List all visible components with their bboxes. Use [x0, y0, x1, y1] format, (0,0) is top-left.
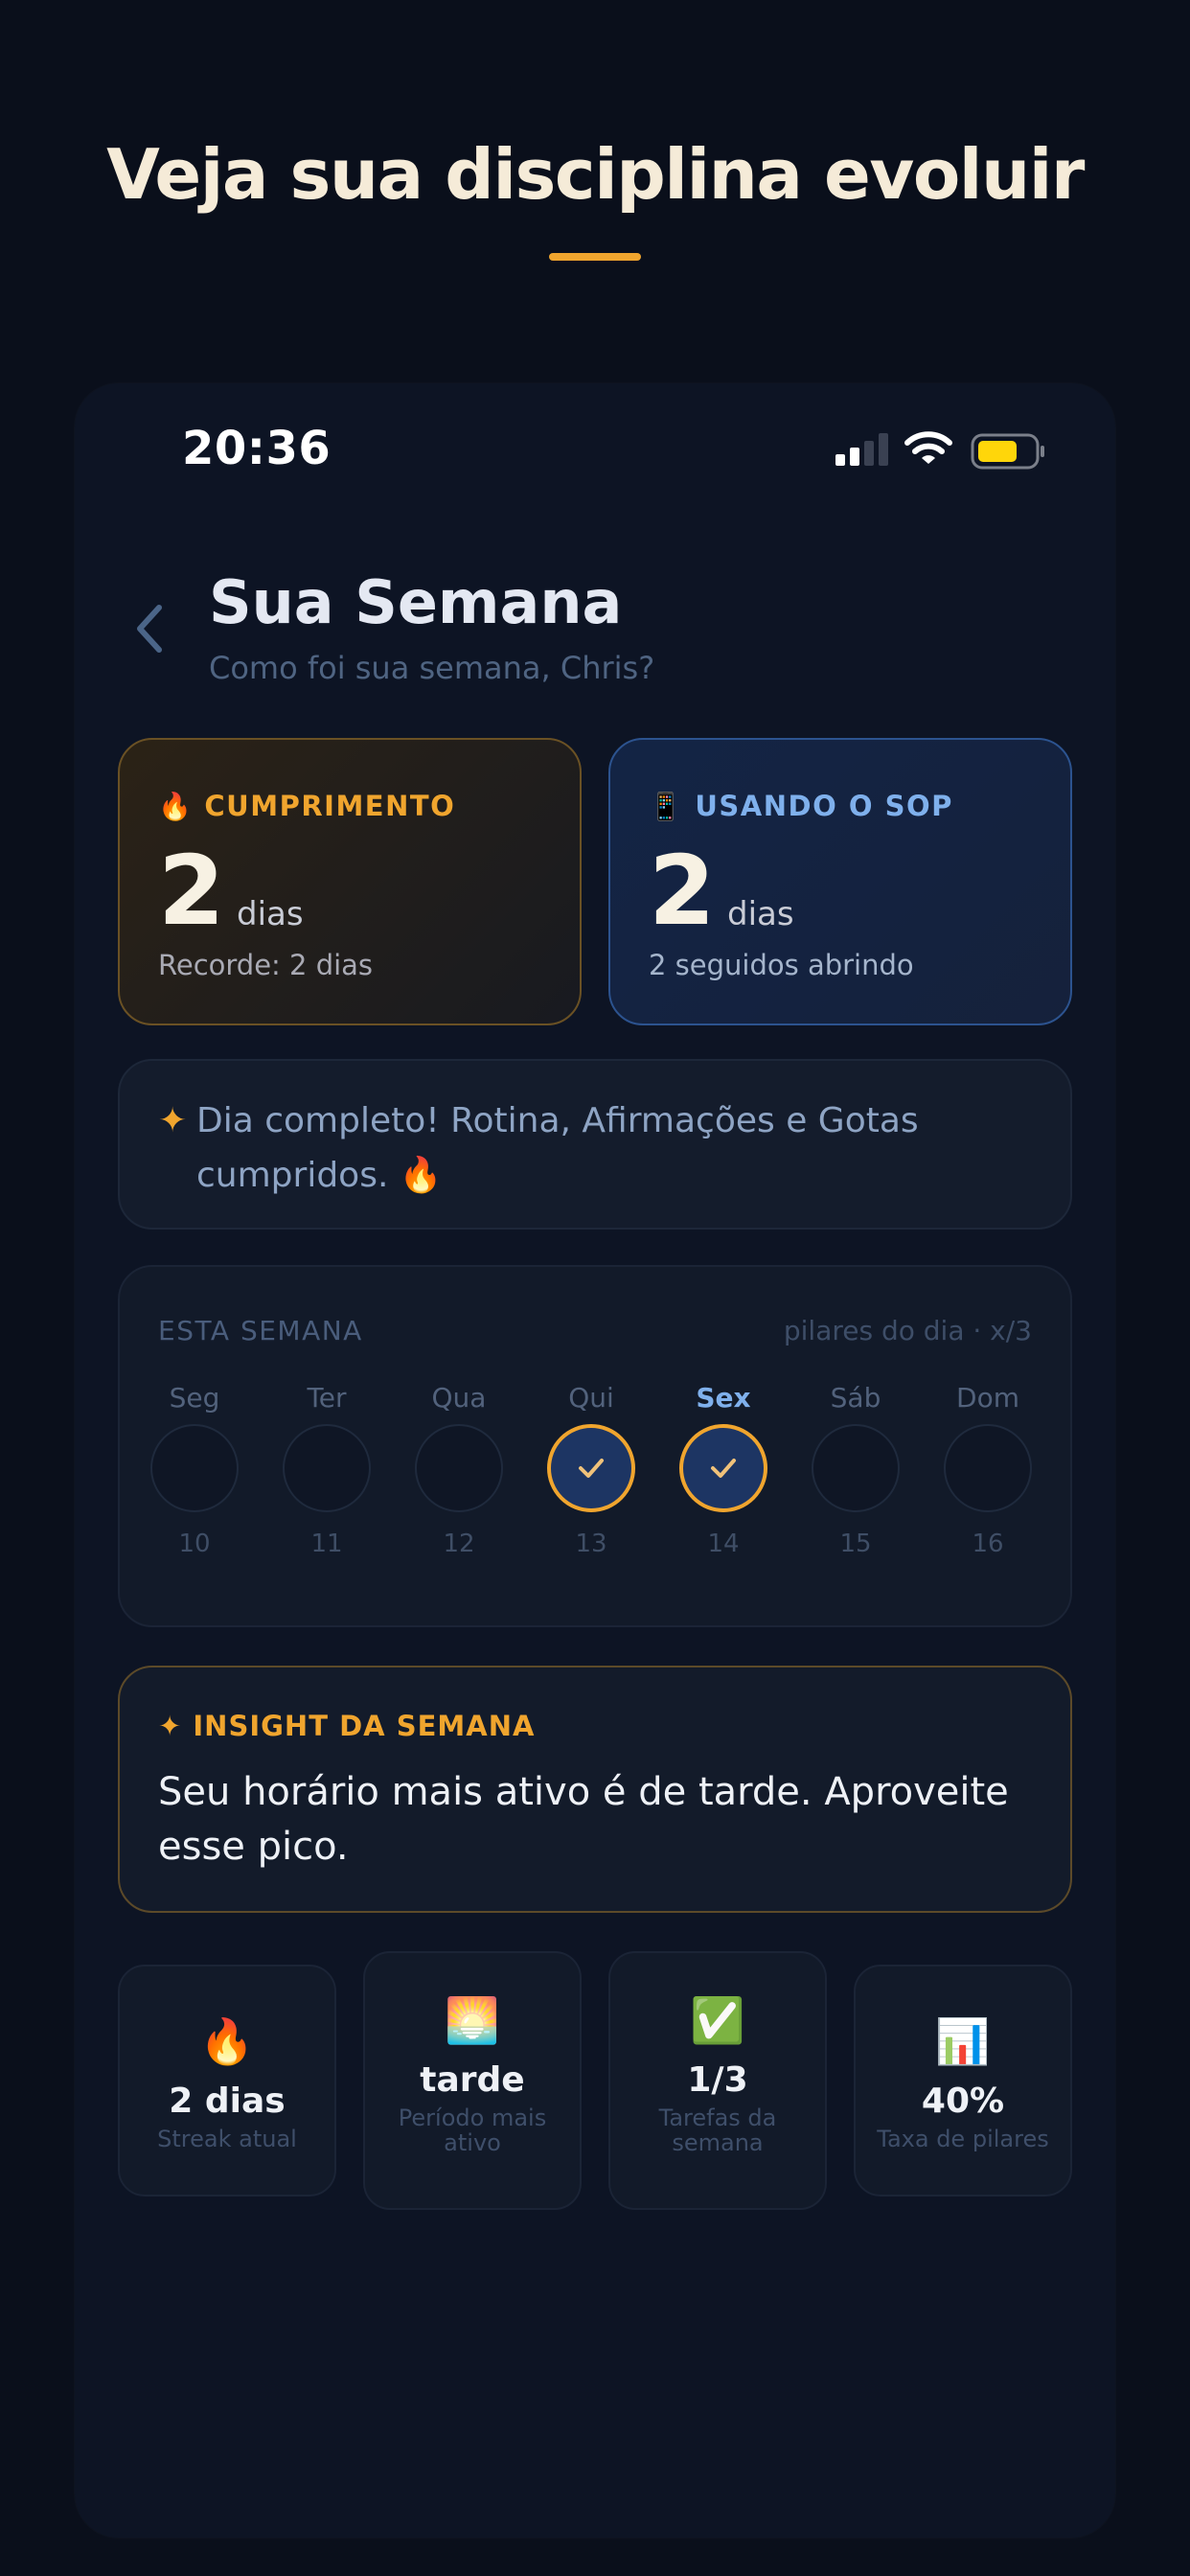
day-circle-done	[547, 1424, 635, 1512]
week-title: ESTA SEMANA	[158, 1315, 363, 1346]
day-name: Qui	[568, 1382, 614, 1414]
fire-icon: 🔥	[199, 2015, 255, 2067]
day-item[interactable]: Dom 16	[940, 1382, 1036, 1558]
day-number: 10	[178, 1530, 211, 1558]
day-complete-text: Dia completo! Rotina, Afirmações e Gotas…	[196, 1101, 919, 1195]
day-item[interactable]: Ter 11	[279, 1382, 375, 1558]
day-circle-empty	[150, 1424, 239, 1512]
day-item[interactable]: Sex 14	[675, 1382, 771, 1558]
checkmark-icon	[711, 1459, 736, 1478]
sunrise-icon: 🌅	[445, 1994, 500, 2046]
stat-value: tarde	[420, 2060, 525, 2100]
sop-value: 2	[649, 835, 716, 947]
week-hint: pilares do dia · x/3	[783, 1315, 1032, 1346]
day-circle-empty	[944, 1424, 1032, 1512]
weekly-tasks-stat-card: ✅ 1/3 Tarefas da semana	[608, 1951, 827, 2210]
day-circle-empty	[415, 1424, 503, 1512]
day-name: Seg	[169, 1382, 220, 1414]
stat-label: Tarefas da semana	[658, 2104, 777, 2156]
check-box-icon: ✅	[690, 1994, 745, 2046]
sparkle-icon: ✦	[158, 1101, 188, 1140]
wifi-icon	[904, 431, 952, 464]
day-name: Qua	[431, 1382, 487, 1414]
sop-usage-card: 📱 USANDO O SOP 2 dias 2 seguidos abrindo	[608, 738, 1072, 1025]
insight-label: ✦ INSIGHT DA SEMANA	[158, 1710, 536, 1742]
day-circle-done	[679, 1424, 767, 1512]
streak-unit: dias	[237, 895, 304, 933]
phone-frame: 20:36 Sua Semana Como foi sua semana, Ch…	[75, 383, 1115, 2538]
day-number: 15	[839, 1530, 872, 1558]
pillar-rate-stat-card: 📊 40% Taxa de pilares	[854, 1965, 1072, 2196]
hero-underline	[549, 253, 641, 261]
day-item[interactable]: Sáb 15	[808, 1382, 904, 1558]
day-name: Ter	[307, 1382, 347, 1414]
streak-card-label: 🔥 CUMPRIMENTO	[158, 790, 455, 822]
day-item[interactable]: Qui 13	[543, 1382, 639, 1558]
bar-chart-icon: 📊	[935, 2015, 991, 2067]
status-time: 20:36	[182, 422, 332, 475]
active-period-stat-card: 🌅 tarde Período mais ativo	[363, 1951, 582, 2210]
day-name: Sáb	[830, 1382, 881, 1414]
stat-label: Taxa de pilares	[877, 2126, 1049, 2152]
day-circle-empty	[283, 1424, 371, 1512]
stat-value: 40%	[921, 2082, 1005, 2121]
streak-stat-card: 🔥 2 dias Streak atual	[118, 1965, 336, 2196]
sop-unit: dias	[727, 895, 794, 933]
week-tracker-card: ESTA SEMANA pilares do dia · x/3 Seg 10 Te…	[118, 1265, 1072, 1627]
sop-card-label: 📱 USANDO O SOP	[649, 790, 953, 822]
day-name: Dom	[956, 1382, 1019, 1414]
battery-icon	[971, 433, 1044, 470]
phone-icon: 📱	[649, 791, 684, 822]
stat-value: 1/3	[687, 2060, 748, 2100]
day-number: 11	[310, 1530, 343, 1558]
back-chevron-icon[interactable]	[123, 594, 180, 661]
stat-value: 2 dias	[169, 2082, 286, 2121]
stat-label: Streak atual	[157, 2126, 297, 2152]
streak-value: 2	[158, 835, 225, 947]
day-number: 14	[707, 1530, 740, 1558]
cellular-signal-icon	[835, 433, 888, 466]
day-circle-empty	[812, 1424, 900, 1512]
sop-label-text: USANDO O SOP	[695, 790, 953, 822]
streak-label-text: CUMPRIMENTO	[204, 790, 456, 822]
day-number: 12	[443, 1530, 475, 1558]
stat-label: Período mais ativo	[398, 2104, 547, 2156]
page-subtitle: Como foi sua semana, Chris?	[209, 650, 655, 686]
day-number: 13	[575, 1530, 607, 1558]
insight-text: Seu horário mais ativo é de tarde. Aprov…	[158, 1770, 1009, 1869]
hero-title: Veja sua disciplina evoluir	[106, 134, 1085, 215]
streak-record-note: Recorde: 2 dias	[158, 949, 374, 981]
day-item[interactable]: Seg 10	[147, 1382, 242, 1558]
page-title: Sua Semana	[209, 567, 623, 637]
day-complete-banner: ✦ Dia completo! Rotina, Afirmações e Got…	[118, 1059, 1072, 1230]
weekly-insight-card: ✦ INSIGHT DA SEMANA Seu horário mais ati…	[118, 1666, 1072, 1913]
day-item[interactable]: Qua 12	[411, 1382, 507, 1558]
day-number: 16	[972, 1530, 1004, 1558]
checkmark-icon	[579, 1459, 604, 1478]
fire-icon: 🔥	[158, 791, 194, 822]
sop-note: 2 seguidos abrindo	[649, 949, 914, 981]
day-name: Sex	[696, 1382, 751, 1414]
streak-card: 🔥 CUMPRIMENTO 2 dias Recorde: 2 dias	[118, 738, 582, 1025]
